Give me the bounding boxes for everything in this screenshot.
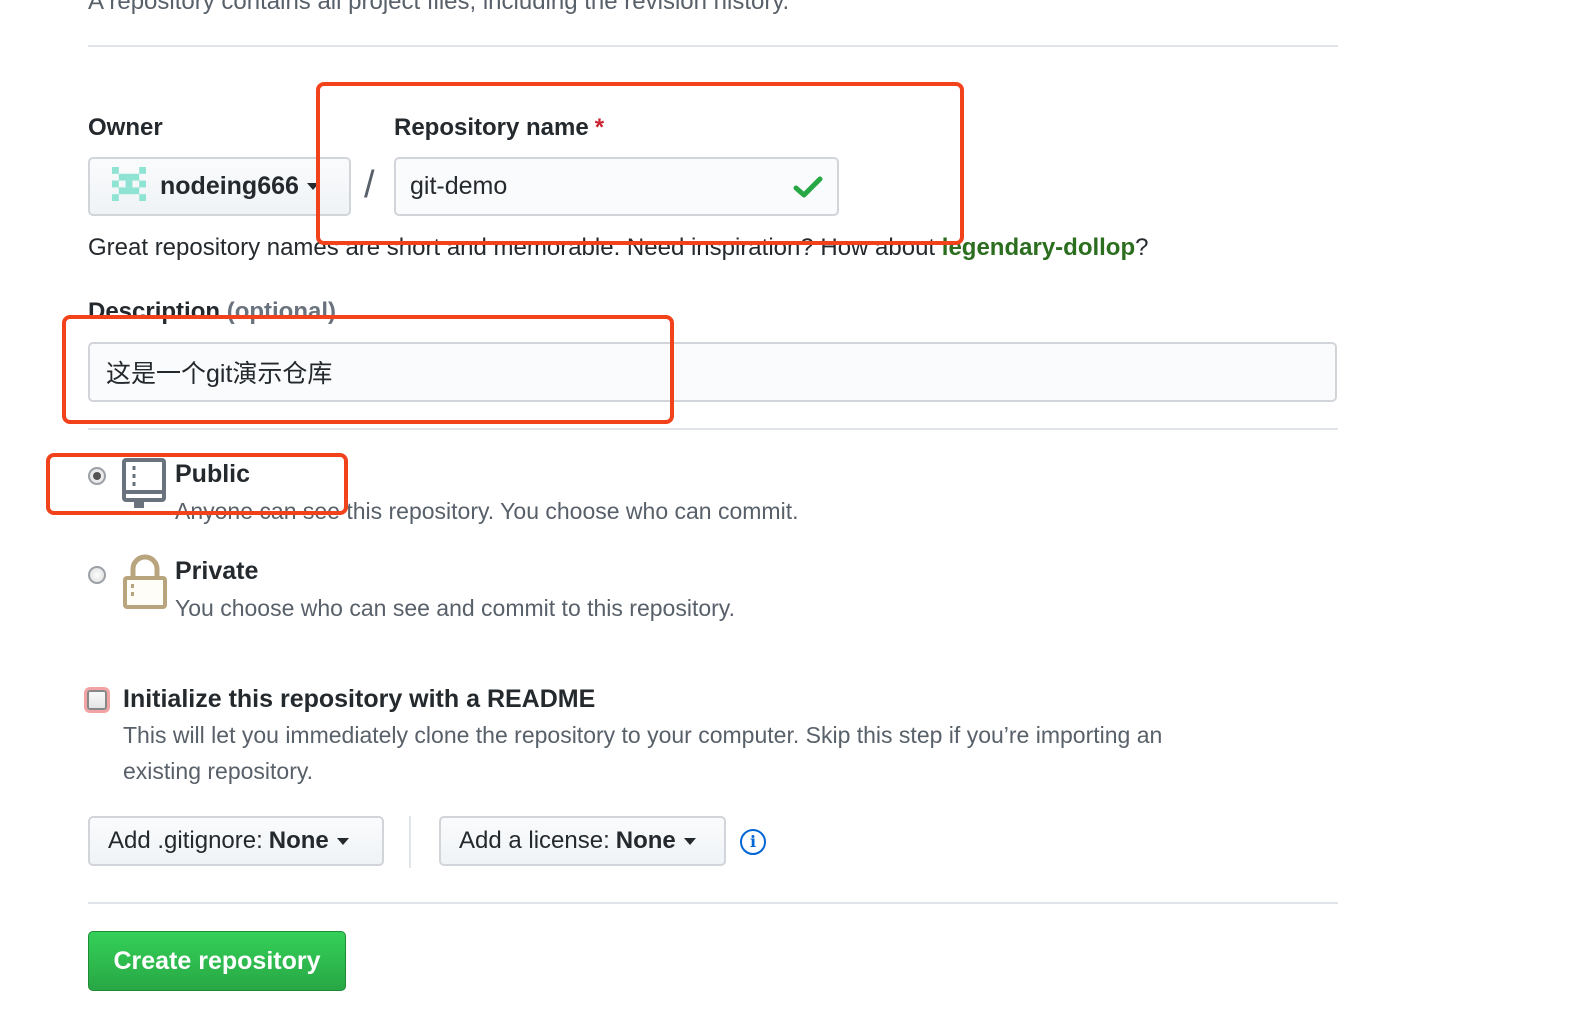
chevron-down-icon — [306, 183, 319, 190]
private-title: Private — [175, 557, 259, 585]
repo-name-label: Repository name * — [394, 114, 604, 142]
repo-icon — [122, 458, 168, 515]
readme-title: Initialize this repository with a README — [123, 685, 596, 713]
private-desc: You choose who can see and commit to thi… — [175, 595, 735, 621]
repo-name-label-text: Repository name — [394, 114, 589, 141]
chevron-down-icon — [336, 837, 349, 845]
owner-name: nodeing666 — [160, 172, 299, 200]
gitignore-value: None — [268, 827, 329, 854]
chevron-down-icon — [683, 837, 696, 845]
readme-desc-line2: existing repository. — [123, 758, 314, 784]
public-title: Public — [175, 460, 251, 488]
create-repository-button[interactable]: Create repository — [88, 931, 346, 991]
info-icon[interactable]: i — [740, 829, 766, 855]
required-marker: * — [594, 114, 605, 141]
license-label: Add a license: — [459, 827, 610, 854]
readme-checkbox[interactable] — [87, 690, 107, 710]
name-hint: Great repository names are short and mem… — [88, 234, 1149, 262]
gitignore-label: Add .gitignore: — [108, 827, 263, 854]
check-icon — [793, 175, 823, 206]
optional-tag: (optional) — [226, 298, 337, 325]
description-value: 这是一个git演示仓库 — [106, 360, 333, 388]
name-hint-text: Great repository names are short and mem… — [88, 234, 942, 261]
description-label: Description (optional) — [88, 298, 336, 326]
divider — [88, 45, 1338, 47]
divider — [88, 428, 1338, 430]
owner-label: Owner — [88, 114, 163, 141]
repo-name-value: git-demo — [410, 172, 508, 200]
lock-icon — [122, 554, 168, 615]
public-desc: Anyone can see this repository. You choo… — [175, 498, 799, 524]
private-radio[interactable] — [88, 566, 106, 584]
description-input[interactable]: 这是一个git演示仓库 — [88, 342, 1337, 402]
owner-dropdown[interactable]: nodeing666 — [88, 157, 351, 216]
owner-repo-separator: / — [364, 164, 375, 206]
readme-desc-line1: This will let you immediately clone the … — [123, 722, 1163, 748]
name-hint-suffix: ? — [1135, 234, 1149, 261]
intro-text: A repository contains all project files,… — [88, 0, 790, 15]
description-label-text: Description — [88, 298, 221, 325]
gitignore-dropdown[interactable]: Add .gitignore: None — [88, 816, 384, 866]
public-radio[interactable] — [88, 467, 106, 485]
name-suggestion-link[interactable]: legendary-dollop — [942, 234, 1135, 261]
divider — [88, 902, 1338, 904]
license-value: None — [615, 827, 676, 854]
repo-name-input[interactable]: git-demo — [394, 157, 839, 216]
license-dropdown[interactable]: Add a license: None — [439, 816, 726, 866]
divider — [409, 816, 411, 868]
identicon-avatar — [112, 167, 146, 206]
